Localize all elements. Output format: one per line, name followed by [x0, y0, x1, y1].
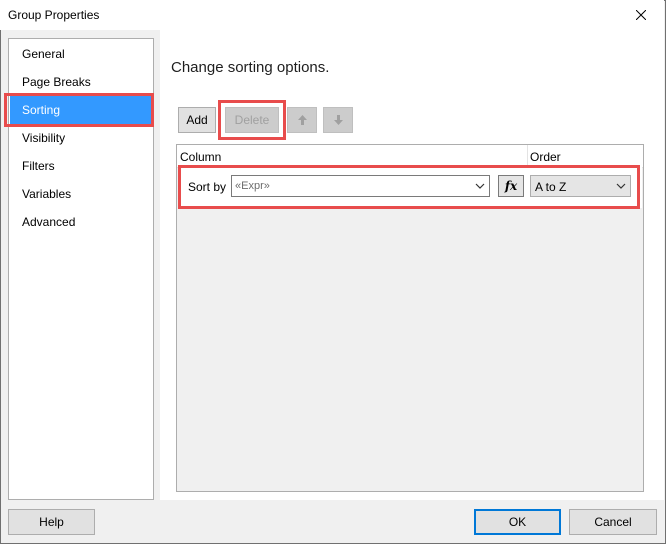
sidebar-item-label: Sorting: [22, 103, 61, 117]
page-title: Change sorting options.: [171, 59, 330, 76]
sort-by-label: Sort by: [188, 180, 227, 194]
help-button-label: Help: [39, 515, 64, 529]
expression-button[interactable]: fx: [498, 175, 524, 197]
column-header-column: Column: [180, 150, 222, 164]
sidebar-item-label: Variables: [22, 187, 72, 201]
grid-header: Column Order: [177, 145, 643, 168]
chevron-down-icon: [475, 183, 485, 189]
sort-order-select[interactable]: A to Z: [530, 175, 631, 197]
sidebar-item-page-breaks[interactable]: Page Breaks: [10, 68, 152, 96]
window-title: Group Properties: [8, 8, 100, 22]
sort-order-value: A to Z: [535, 180, 567, 194]
sidebar-item-label: Visibility: [22, 131, 66, 145]
move-down-button[interactable]: [323, 107, 353, 133]
sort-expression-value: «Expr»: [235, 180, 270, 192]
move-up-button[interactable]: [287, 107, 317, 133]
sidebar-nav: General Page Breaks Sorting Visibility F…: [8, 38, 154, 500]
close-button[interactable]: [618, 0, 664, 30]
fx-icon: fx: [504, 179, 518, 193]
ok-button-label: OK: [508, 515, 527, 529]
arrow-down-icon: [333, 115, 343, 125]
sidebar-item-visibility[interactable]: Visibility: [10, 124, 152, 152]
add-button-label: Add: [186, 113, 208, 127]
sort-expression-combo[interactable]: «Expr»: [231, 175, 490, 197]
sidebar-item-general[interactable]: General: [10, 40, 152, 68]
arrow-up-icon: [297, 115, 307, 125]
title-bar: Group Properties: [0, 0, 664, 30]
cancel-button[interactable]: Cancel: [569, 509, 657, 535]
column-header-order: Order: [530, 150, 561, 164]
add-button[interactable]: Add: [178, 107, 216, 133]
sidebar-item-label: General: [22, 47, 65, 61]
column-divider[interactable]: [527, 145, 528, 167]
chevron-down-icon: [616, 183, 626, 189]
ok-button[interactable]: OK: [474, 509, 561, 535]
close-icon: [636, 10, 646, 20]
sidebar-item-label: Page Breaks: [22, 75, 91, 89]
sidebar-item-variables[interactable]: Variables: [10, 180, 152, 208]
cancel-button-label: Cancel: [594, 515, 632, 529]
sidebar-item-sorting[interactable]: Sorting: [10, 96, 152, 124]
help-button[interactable]: Help: [8, 509, 95, 535]
sidebar-item-advanced[interactable]: Advanced: [10, 208, 152, 236]
sidebar-item-label: Advanced: [22, 215, 76, 229]
sidebar-item-filters[interactable]: Filters: [10, 152, 152, 180]
sidebar-item-label: Filters: [22, 159, 55, 173]
delete-button-label: Delete: [234, 113, 270, 127]
delete-button[interactable]: Delete: [225, 107, 279, 133]
